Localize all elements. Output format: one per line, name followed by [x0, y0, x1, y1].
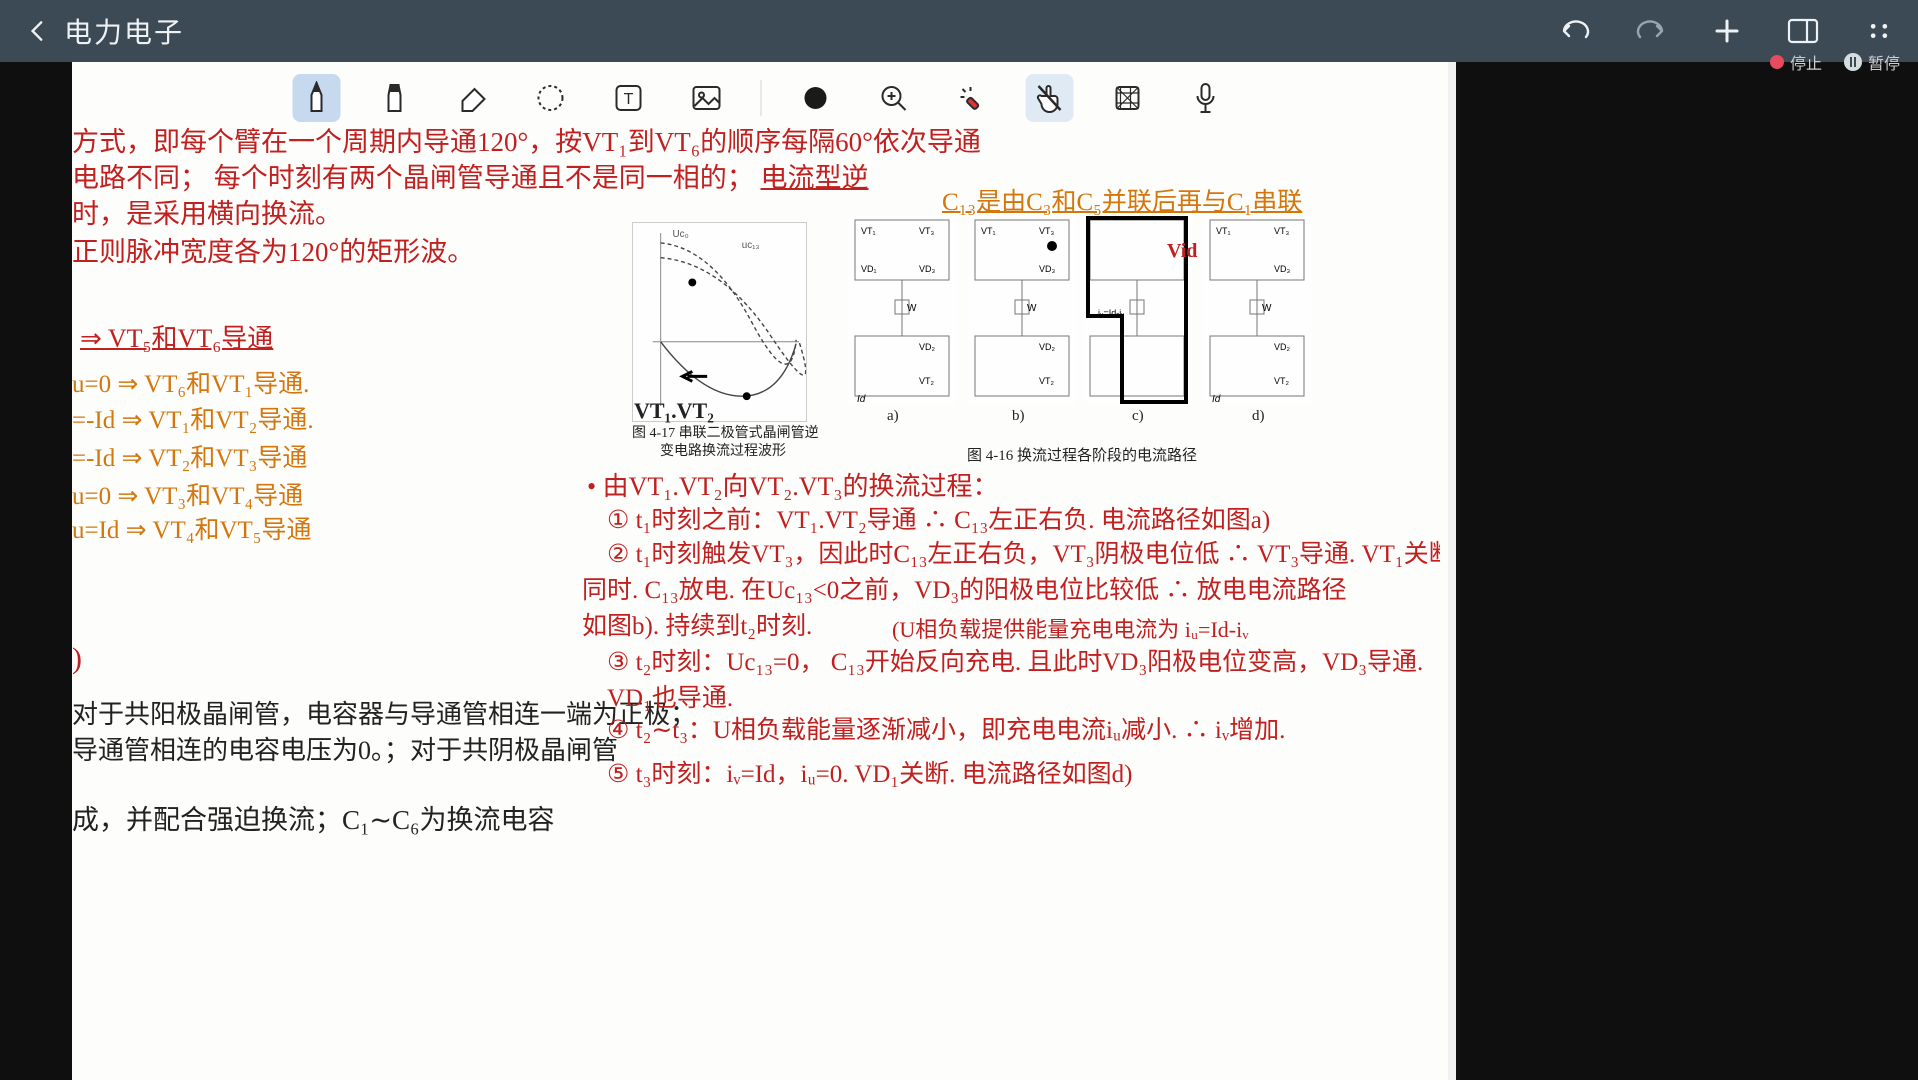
svg-text:T: T: [624, 91, 634, 108]
circuit-b: VT₁ VT₃ VD₃ W VD₂ VT₂: [967, 216, 1077, 406]
page-title: 电力电子: [64, 11, 184, 51]
screen-record-controls: 停止 暂停: [1770, 47, 1900, 77]
toolbar-separator: [761, 80, 762, 116]
sub-caption: c): [1132, 408, 1144, 425]
svg-text:VD₃: VD₃: [1274, 264, 1291, 274]
svg-text:VD₃: VD₃: [1039, 264, 1056, 274]
note-line: 导通管相连的电容电压为0。；对于共阴极晶闸管: [72, 730, 618, 767]
svg-text:Uc₀: Uc₀: [673, 229, 689, 240]
figure-caption: 图 4-16 换流过程各阶段的电流路径: [967, 444, 1197, 465]
vertical-scrollbar[interactable]: [1448, 62, 1456, 1080]
stop-recording-button[interactable]: 停止: [1770, 50, 1822, 74]
split-view-button[interactable]: [1782, 10, 1824, 52]
note-line: VD₁也导通.: [607, 678, 733, 714]
annotation: Vid: [1167, 240, 1197, 263]
svg-text:VT₂: VT₂: [1274, 376, 1290, 386]
undo-button[interactable]: [1554, 10, 1596, 52]
svg-text:VD₂: VD₂: [1274, 342, 1291, 352]
svg-text:W: W: [1262, 303, 1272, 314]
note-line: =-Id ⇒ VT₁和VT₂导通.: [72, 400, 314, 436]
svg-text:VD₁: VD₁: [861, 264, 877, 274]
svg-text:iᵤ=Id-iᵥ: iᵤ=Id-iᵥ: [1098, 308, 1124, 318]
svg-text:VD₂: VD₂: [919, 342, 936, 352]
note-line: ③ t₂时刻：Uc₁₃=0， C₁₃开始反向充电. 且此时VD₃阳极电位变高，V…: [607, 642, 1423, 678]
svg-text:Id: Id: [1212, 394, 1221, 405]
eraser-tool[interactable]: [449, 74, 497, 122]
svg-text:VT₃: VT₃: [1039, 226, 1055, 236]
note-line: 正则脉冲宽度各为120°的矩形波。: [72, 230, 474, 269]
svg-text:VT₁: VT₁: [981, 226, 996, 236]
note-line: C₁₃是由C₃和C₅并联后再与C₁串联: [942, 182, 1302, 218]
sub-caption: b): [1012, 408, 1025, 425]
touch-toggle[interactable]: [1026, 74, 1074, 122]
redo-button[interactable]: [1630, 10, 1672, 52]
note-line: • 由VT₁.VT₂向VT₂.VT₃的换流过程：: [587, 466, 999, 503]
note-line: u=0 ⇒ VT₃和VT₄导通: [72, 476, 303, 512]
app-header: 电力电子: [0, 0, 1918, 62]
svg-text:VT₂: VT₂: [1039, 376, 1055, 386]
note-line: 同时. C₁₃放电. 在Uc₁₃<0之前，VD₃的阳极电位比较低 ∴ 放电电流路…: [582, 570, 1347, 606]
note-line: (U相负载提供能量充电电流为 iᵤ=Id-iᵥ: [892, 612, 1249, 644]
note-line: 时，是采用横向换流。: [72, 192, 342, 231]
mic-tool[interactable]: [1182, 74, 1230, 122]
note-line: ② t₁时刻触发VT₃，因此时C₁₃左正右负，VT₃阴极电位低 ∴ VT₃导通.…: [607, 534, 1440, 570]
svg-text:VD₃: VD₃: [919, 264, 936, 274]
svg-text:VT₂: VT₂: [919, 376, 935, 386]
note-canvas[interactable]: 方式，即每个臂在一个周期内导通120°，按VT₁到VT₆的顺序每隔60°依次导通…: [72, 112, 1440, 1080]
note-line: u=0 ⇒ VT₆和VT₁导通.: [72, 364, 309, 400]
lasso-tool[interactable]: [527, 74, 575, 122]
circuit-a: VT₁ VT₃ VD₁ VD₃ W VD₂ VT₂ Id: [847, 216, 957, 406]
figure-caption: 图 4-17 串联二极管式晶闸管逆: [632, 422, 819, 442]
pen-tool[interactable]: [293, 74, 341, 122]
svg-text:W: W: [907, 303, 917, 314]
text-tool[interactable]: T: [605, 74, 653, 122]
sub-caption: d): [1252, 408, 1265, 425]
marker-tool[interactable]: [371, 74, 419, 122]
laser-tool[interactable]: [948, 74, 996, 122]
circuit-d: VT₁ VT₃ VD₃ W VD₂ VT₂ Id: [1202, 216, 1312, 406]
pause-icon: [1844, 53, 1862, 71]
figure-caption: 变电路换流过程波形: [660, 440, 786, 460]
svg-text:W: W: [1027, 303, 1037, 314]
pause-label: 暂停: [1868, 50, 1900, 74]
note-line: ① t₁时刻之前：VT₁.VT₂导通 ∴ C₁₃左正右负. 电流路径如图a): [607, 500, 1270, 536]
stop-label: 停止: [1790, 50, 1822, 74]
record-icon: [1770, 55, 1784, 69]
svg-text:VD₂: VD₂: [1039, 342, 1056, 352]
annotation: VT₁.VT₂: [634, 398, 714, 424]
sub-caption: a): [887, 408, 899, 425]
note-line: 对于共阳极晶闸管，电容器与导通管相连一端为正极；: [72, 694, 696, 731]
image-tool[interactable]: [683, 74, 731, 122]
figure-4-17: Uc₀ uc₁₃: [632, 222, 807, 422]
pause-recording-button[interactable]: 暂停: [1844, 50, 1900, 74]
pattern-tool[interactable]: [1104, 74, 1152, 122]
back-button[interactable]: [18, 11, 58, 51]
note-line: ): [72, 642, 82, 676]
note-line: ⇒ VT₅和VT₆导通: [80, 318, 273, 355]
color-picker[interactable]: [792, 74, 840, 122]
svg-text:Id: Id: [857, 394, 866, 405]
note-line: 如图b). 持续到t₂时刻.: [582, 606, 812, 642]
note-line: ④ t₂∼t₃：U相负载能量逐渐减小，即充电电流iᵤ减小. ∴ iᵥ增加.: [607, 710, 1285, 746]
zoom-tool[interactable]: [870, 74, 918, 122]
note-line: 成，并配合强迫换流；C₁∼C₆为换流电容: [72, 798, 554, 837]
more-button[interactable]: [1858, 10, 1900, 52]
note-line: 电路不同； 每个时刻有两个晶闸管导通且不是同一相的； 电流型逆: [72, 156, 869, 195]
svg-text:VT₁: VT₁: [1216, 226, 1231, 236]
editor-toolbar: T: [293, 70, 1230, 126]
svg-text:uc₁₃: uc₁₃: [742, 240, 760, 251]
svg-text:VT₃: VT₃: [1274, 226, 1290, 236]
svg-text:VT₁: VT₁: [861, 226, 876, 236]
note-line: ⑤ t₃时刻：iᵥ=Id，iᵤ=0. VD₁关断. 电流路径如图d): [607, 754, 1132, 790]
note-page: T: [72, 62, 1450, 1080]
add-button[interactable]: [1706, 10, 1748, 52]
note-line: u=Id ⇒ VT₄和VT₅导通: [72, 510, 312, 546]
svg-text:VT₃: VT₃: [919, 226, 935, 236]
note-line: =-Id ⇒ VT₂和VT₃导通: [72, 438, 307, 474]
